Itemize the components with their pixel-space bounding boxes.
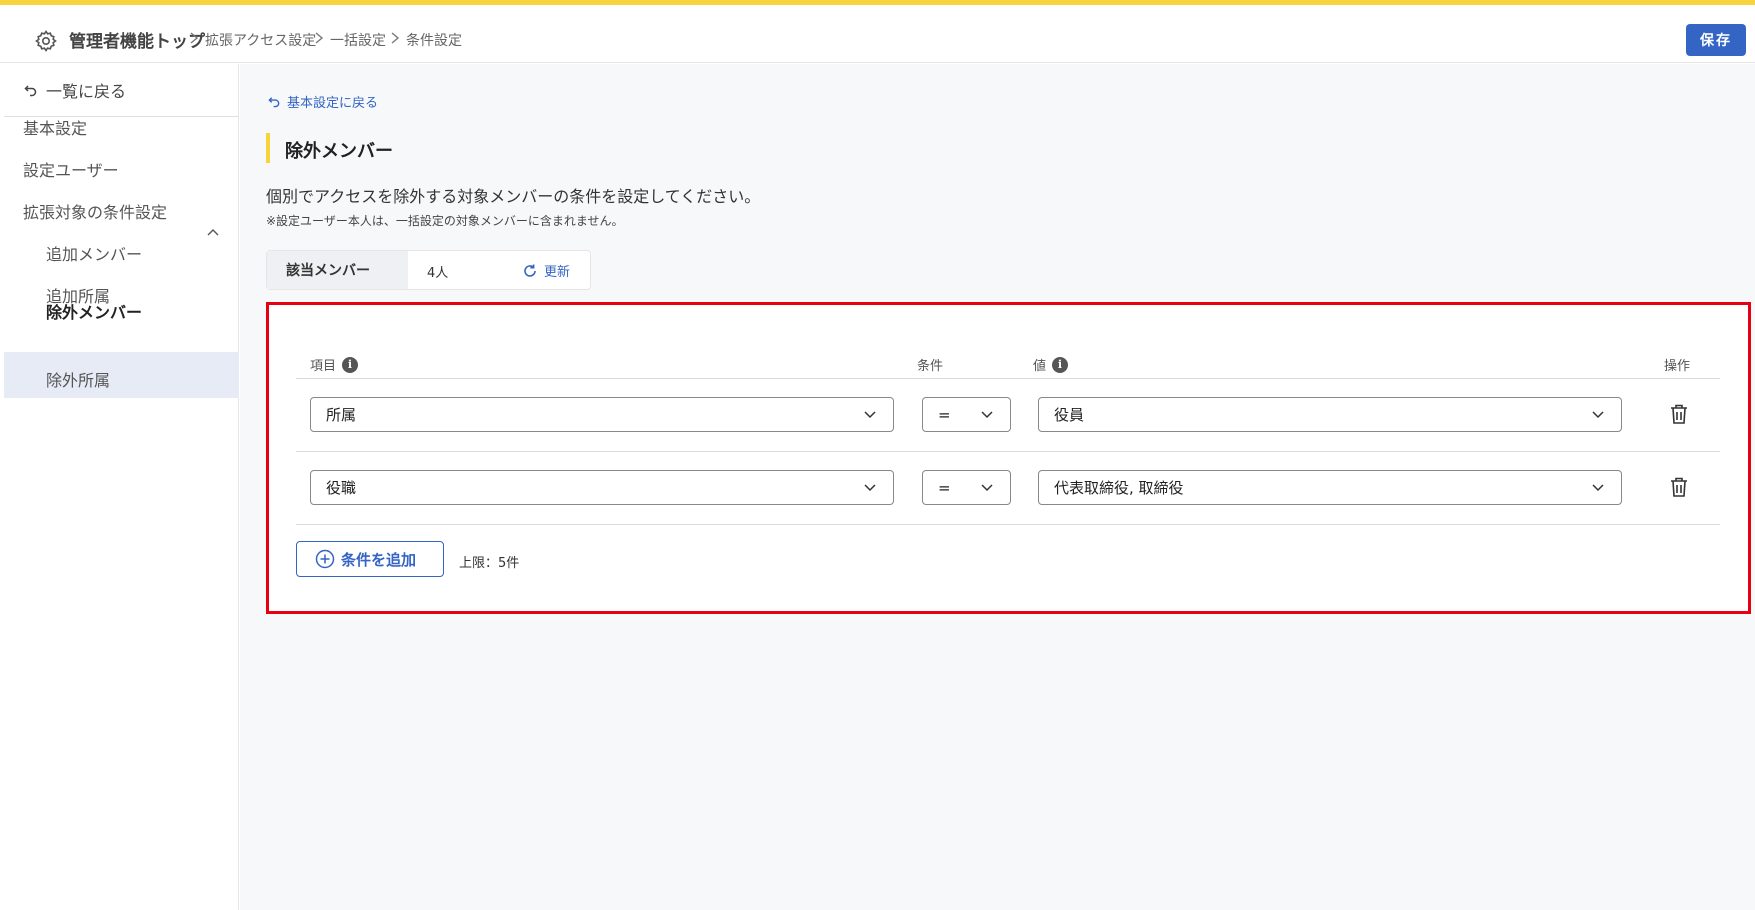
trash-icon[interactable] — [1669, 403, 1689, 425]
chevron-down-icon — [981, 411, 993, 419]
breadcrumb-extended-access[interactable]: 拡張アクセス設定 — [205, 30, 316, 50]
gear-icon[interactable] — [34, 29, 58, 53]
page-description: 個別でアクセスを除外する対象メンバーの条件を設定してください。 — [266, 187, 761, 206]
table-divider — [296, 378, 1720, 379]
undo-arrow-icon — [268, 97, 280, 108]
sidebar-item-exclude-departments[interactable]: 除外所属 — [46, 367, 110, 391]
page-note: ※設定ユーザー本人は、一括設定の対象メンバーに含まれません。 — [266, 214, 624, 228]
table-divider — [296, 451, 1720, 452]
member-count-value: 4人 — [427, 266, 449, 281]
column-header-operator-label: 条件 — [917, 359, 944, 374]
back-to-list-label: 一覧に戻る — [46, 82, 127, 101]
breadcrumb-admin-top[interactable]: 管理者機能トップ — [69, 27, 205, 52]
chevron-down-icon — [864, 484, 876, 492]
sidebar: 一覧に戻る 基本設定 設定ユーザー 拡張対象の条件設定 追加メンバー 追加所属 … — [0, 64, 239, 910]
chevron-right-icon — [190, 32, 199, 44]
save-button[interactable]: 保存 — [1686, 24, 1746, 56]
trash-icon[interactable] — [1669, 476, 1689, 498]
refresh-label: 更新 — [544, 265, 571, 280]
operator-select-value: = — [938, 478, 951, 497]
conditions-panel: 項目 i 条件 値 i 操作 所属 = 役員 役職 = 代表取締役, 取締役 条… — [266, 302, 1751, 614]
breadcrumb-condition-settings: 条件設定 — [406, 33, 462, 49]
refresh-icon — [524, 264, 536, 277]
value-select-value: 代表取締役, 取締役 — [1054, 479, 1184, 497]
column-header-operator: 条件 — [917, 355, 943, 374]
member-count-label: 該当メンバー — [267, 251, 408, 289]
member-count-box: 該当メンバー 4人 更新 — [266, 250, 591, 290]
sidebar-item-condition-settings[interactable]: 拡張対象の条件設定 — [23, 199, 167, 223]
page-title: 除外メンバー — [285, 141, 393, 162]
plus-circle-icon — [315, 549, 335, 569]
refresh-button[interactable]: 更新 — [522, 261, 570, 280]
column-header-value: 値 i — [1033, 355, 1069, 374]
operator-select-value: = — [938, 405, 951, 424]
column-header-action-label: 操作 — [1664, 359, 1691, 374]
column-header-value-label: 値 — [1033, 359, 1047, 374]
chevron-down-icon — [1592, 411, 1604, 419]
table-divider — [296, 524, 1720, 525]
chevron-up-icon[interactable] — [206, 227, 220, 237]
chevron-down-icon — [864, 411, 876, 419]
item-select-value: 所属 — [326, 406, 357, 424]
value-select[interactable]: 役員 — [1038, 397, 1622, 432]
breadcrumb-bulk-settings[interactable]: 一括設定 — [330, 30, 386, 50]
back-to-basic-settings-label: 基本設定に戻る — [287, 96, 379, 111]
item-select-value: 役職 — [326, 479, 357, 497]
sidebar-item-basic-settings[interactable]: 基本設定 — [23, 115, 87, 139]
chevron-right-icon — [391, 32, 400, 44]
info-icon[interactable]: i — [342, 356, 359, 373]
back-to-list-link[interactable]: 一覧に戻る — [24, 78, 126, 102]
value-select-value: 役員 — [1054, 406, 1085, 424]
chevron-right-icon — [315, 32, 324, 44]
section-accent-bar — [266, 133, 270, 163]
sidebar-item-setting-users[interactable]: 設定ユーザー — [23, 157, 119, 181]
undo-arrow-icon — [24, 85, 37, 97]
column-header-action: 操作 — [1664, 355, 1690, 374]
chevron-down-icon — [1592, 484, 1604, 492]
condition-limit-text: 上限：5件 — [459, 556, 520, 571]
operator-select[interactable]: = — [922, 470, 1011, 505]
header: 管理者機能トップ 拡張アクセス設定 一括設定 条件設定 保存 — [0, 5, 1755, 63]
sidebar-item-add-members[interactable]: 追加メンバー — [46, 241, 142, 265]
item-select[interactable]: 役職 — [310, 470, 894, 505]
chevron-down-icon — [981, 484, 993, 492]
add-condition-button[interactable]: 条件を追加 — [296, 541, 444, 577]
column-header-item-label: 項目 — [310, 359, 337, 374]
back-to-basic-settings-link[interactable]: 基本設定に戻る — [268, 92, 378, 111]
column-header-item: 項目 i — [310, 355, 359, 374]
item-select[interactable]: 所属 — [310, 397, 894, 432]
add-condition-label: 条件を追加 — [341, 550, 417, 569]
info-icon[interactable]: i — [1052, 356, 1069, 373]
sidebar-item-exclude-members[interactable] — [4, 352, 239, 398]
value-select[interactable]: 代表取締役, 取締役 — [1038, 470, 1622, 505]
sidebar-item-exclude-members-label: 除外メンバー — [46, 303, 143, 322]
operator-select[interactable]: = — [922, 397, 1011, 432]
